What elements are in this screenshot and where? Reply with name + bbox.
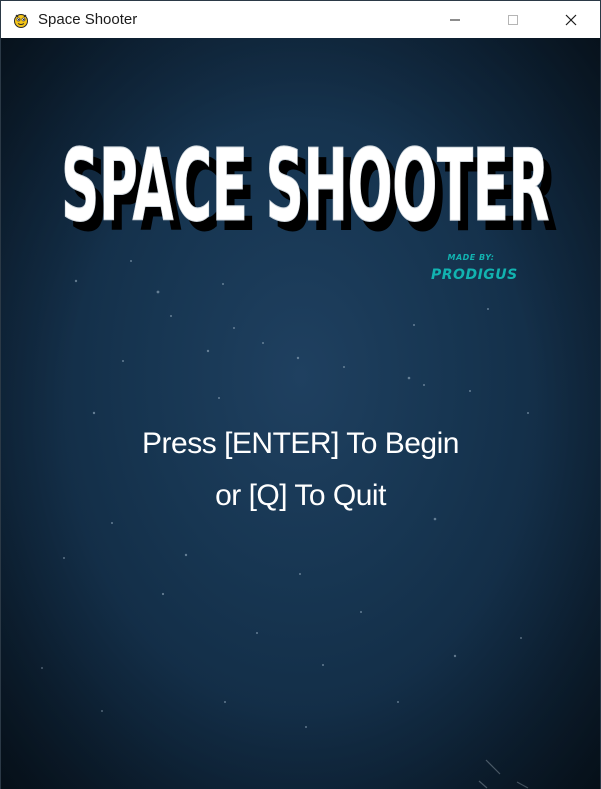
game-logo: SPACE SHOOTER SPACE SHOOTER: [61, 127, 559, 249]
game-window: Space Shooter SPACE SHOOTER SPACE SHOOTE…: [0, 0, 601, 789]
window-title: Space Shooter: [38, 11, 138, 28]
game-canvas[interactable]: SPACE SHOOTER SPACE SHOOTER MADE BY: PRO…: [1, 38, 600, 789]
prompt-line-begin: Press [ENTER] To Begin: [142, 427, 459, 460]
pygame-snake-icon: [12, 11, 30, 29]
close-icon: [565, 14, 577, 25]
logo-title: SPACE SHOOTER: [61, 127, 549, 244]
window-controls: [426, 1, 600, 38]
minimize-icon: [450, 19, 460, 20]
credit-name: PRODIGUS: [431, 267, 518, 283]
title-bar[interactable]: Space Shooter: [1, 1, 600, 38]
prompt-line-quit: or [Q] To Quit: [215, 479, 386, 512]
close-button[interactable]: [542, 1, 600, 38]
minimize-button[interactable]: [426, 1, 484, 38]
credit-label: MADE BY:: [447, 253, 495, 262]
maximize-icon: [508, 14, 518, 25]
maximize-button[interactable]: [484, 1, 542, 38]
start-prompt: Press [ENTER] To Begin or [Q] To Quit: [1, 418, 600, 522]
credit-block: MADE BY: PRODIGUS: [431, 253, 518, 283]
